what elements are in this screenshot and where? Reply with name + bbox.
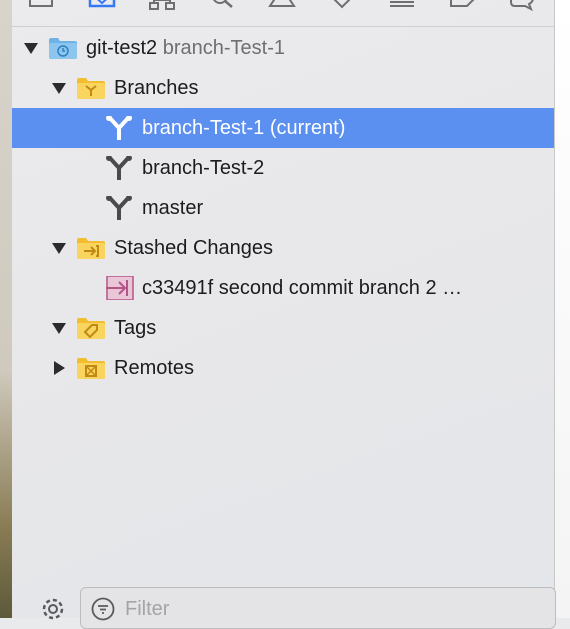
disclosure-triangle-expanded-icon[interactable] bbox=[50, 240, 68, 256]
branch-row-branch-test-2[interactable]: branch-Test-2 bbox=[12, 148, 554, 188]
debug-icon[interactable] bbox=[389, 0, 415, 12]
disclosure-triangle-collapsed-icon[interactable] bbox=[50, 360, 68, 376]
branch-label: master bbox=[142, 197, 204, 219]
disclosure-triangle-expanded-icon[interactable] bbox=[22, 40, 40, 56]
disclosure-triangle-expanded-icon[interactable] bbox=[50, 320, 68, 336]
remotes-group-row[interactable]: Remotes bbox=[12, 348, 554, 388]
remotes-label: Remotes bbox=[114, 357, 195, 379]
stashed-changes-label: Stashed Changes bbox=[114, 237, 274, 259]
tags-folder-icon bbox=[76, 316, 106, 340]
repository-row[interactable]: git-test2 branch-Test-1 bbox=[12, 28, 554, 68]
filter-field[interactable]: Filter bbox=[80, 587, 556, 629]
stashed-changes-group-row[interactable]: Stashed Changes bbox=[12, 228, 554, 268]
tags-label: Tags bbox=[114, 317, 157, 339]
branch-icon bbox=[104, 115, 134, 140]
gear-icon[interactable] bbox=[40, 596, 66, 622]
repository-name: git-test2 bbox=[86, 37, 158, 59]
source-control-navigator: git-test2 branch-Test-1 Branches branch-… bbox=[12, 0, 556, 629]
remotes-folder-icon bbox=[76, 356, 106, 380]
branches-group-row[interactable]: Branches bbox=[12, 68, 554, 108]
disclosure-triangle-expanded-icon[interactable] bbox=[50, 80, 68, 96]
report-icon[interactable] bbox=[509, 0, 535, 12]
stash-folder-icon bbox=[76, 236, 106, 260]
desktop-background bbox=[0, 0, 12, 618]
branch-icon bbox=[104, 155, 134, 180]
stash-entry-icon bbox=[106, 275, 136, 301]
navigator-toolbar bbox=[12, 0, 554, 27]
source-control-icon[interactable] bbox=[88, 0, 116, 12]
hierarchy-icon[interactable] bbox=[149, 0, 175, 12]
warning-icon[interactable] bbox=[268, 0, 296, 12]
branch-label: branch-Test-1 (current) bbox=[142, 117, 346, 139]
repository-current-branch: branch-Test-1 bbox=[162, 37, 285, 59]
branches-label: Branches bbox=[114, 77, 199, 99]
stash-item-row[interactable]: c33491f second commit branch 2 … bbox=[12, 268, 554, 308]
search-icon[interactable] bbox=[209, 0, 235, 12]
tags-group-row[interactable]: Tags bbox=[12, 308, 554, 348]
filter-icon bbox=[91, 597, 115, 621]
test-icon[interactable] bbox=[329, 0, 355, 12]
repository-folder-icon bbox=[48, 36, 78, 60]
folder-icon[interactable] bbox=[28, 0, 54, 12]
branch-row-master[interactable]: master bbox=[12, 188, 554, 228]
branch-label: branch-Test-2 bbox=[142, 157, 265, 179]
breakpoint-icon[interactable] bbox=[449, 0, 475, 12]
editor-area-edge bbox=[555, 0, 570, 618]
branch-row-branch-test-1[interactable]: branch-Test-1 (current) bbox=[12, 108, 554, 148]
branches-folder-icon bbox=[76, 76, 106, 100]
stash-item-label: c33491f second commit branch 2 … bbox=[142, 277, 463, 299]
branch-icon bbox=[104, 195, 134, 220]
